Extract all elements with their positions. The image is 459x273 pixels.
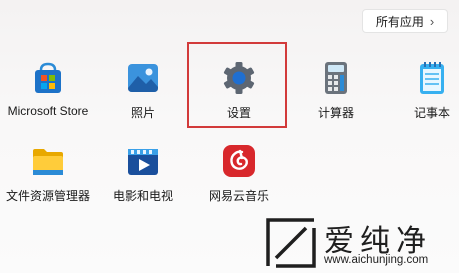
- netease-music-icon: [221, 143, 257, 179]
- all-apps-label: 所有应用: [375, 14, 424, 29]
- watermark: 爱纯净 www.aichunjing.com: [260, 212, 459, 273]
- app-label: 照片: [130, 106, 155, 120]
- app-photos[interactable]: 照片: [95, 60, 191, 121]
- calculator-icon: [318, 60, 354, 96]
- watermark-logo-icon: [266, 218, 316, 268]
- watermark-url: www.aichunjing.com: [324, 254, 429, 266]
- app-label: 记事本: [413, 106, 450, 120]
- microsoft-store-icon: [30, 60, 66, 96]
- app-movies-tv[interactable]: 电影和电视: [95, 143, 191, 204]
- app-label: 电影和电视: [112, 189, 173, 203]
- all-apps-button[interactable]: 所有应用 ›: [362, 9, 448, 33]
- app-label: Microsoft Store: [7, 104, 89, 118]
- app-microsoft-store[interactable]: Microsoft Store: [0, 60, 96, 118]
- app-notepad[interactable]: 记事本: [384, 60, 459, 121]
- app-netease-music[interactable]: 网易云音乐: [191, 143, 287, 204]
- chevron-right-icon: ›: [429, 13, 435, 29]
- settings-highlight-box: [187, 42, 287, 128]
- app-file-explorer[interactable]: 文件资源管理器: [0, 143, 96, 204]
- app-calculator[interactable]: 计算器: [288, 60, 384, 121]
- notepad-icon: [414, 60, 450, 96]
- app-label: 网易云音乐: [208, 189, 269, 203]
- movies-tv-icon: [125, 143, 161, 179]
- app-label: 计算器: [317, 106, 354, 120]
- file-explorer-icon: [30, 143, 66, 179]
- photos-icon: [125, 60, 161, 96]
- app-label: 文件资源管理器: [5, 189, 90, 203]
